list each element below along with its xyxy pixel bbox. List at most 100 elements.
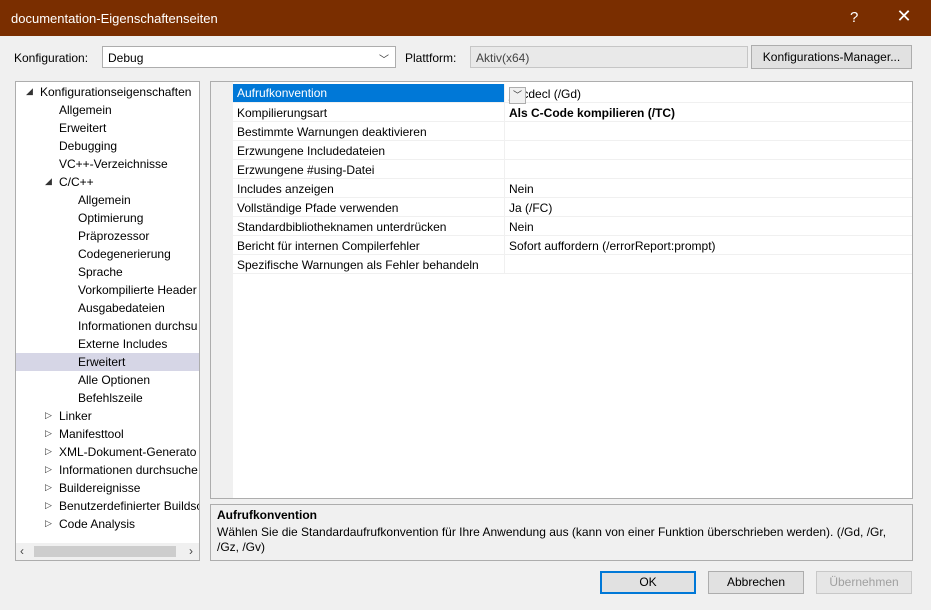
tree-item-label: Erweitert — [78, 355, 126, 369]
tree-item[interactable]: Allgemein — [16, 101, 199, 119]
tree-item[interactable]: Präprozessor — [16, 227, 199, 245]
ok-button[interactable]: OK — [600, 571, 696, 594]
property-value[interactable]: Nein — [504, 179, 912, 197]
tree-item[interactable]: Informationen durchsu — [16, 317, 199, 335]
help-button[interactable]: ? — [850, 9, 858, 26]
tree-item[interactable]: ▷ Linker — [16, 407, 199, 425]
tree-item[interactable]: Ausgabedateien — [16, 299, 199, 317]
property-row[interactable]: Vollständige Pfade verwenden Ja (/FC) — [233, 198, 912, 217]
tree-item[interactable]: Allgemein — [16, 191, 199, 209]
tree-item-label: Sprache — [78, 265, 123, 279]
tree-item-label: Befehlszeile — [78, 391, 143, 405]
expanded-triangle-icon[interactable]: ◢ — [26, 86, 33, 97]
tree-item-label: Manifesttool — [59, 427, 124, 441]
collapsed-triangle-icon[interactable]: ▷ — [45, 500, 52, 511]
grid-gutter — [211, 82, 233, 498]
category-tree[interactable]: ◢ Konfigurationseigenschaften Allgemein Erw… — [15, 81, 200, 561]
tree-item[interactable]: Externe Includes — [16, 335, 199, 353]
tree-item-label: VC++-Verzeichnisse — [59, 157, 168, 171]
property-row[interactable]: Erzwungene #using-Datei — [233, 160, 912, 179]
tree-item[interactable]: ▷ Informationen durchsuche — [16, 461, 199, 479]
description-title: Aufrufkonvention — [217, 508, 317, 522]
property-name: Includes anzeigen — [237, 182, 334, 196]
property-name: Kompilierungsart — [237, 106, 328, 120]
collapsed-triangle-icon[interactable]: ▷ — [45, 464, 52, 475]
property-name: Erzwungene #using-Datei — [237, 163, 375, 177]
expanded-triangle-icon[interactable]: ◢ — [45, 176, 52, 187]
window-title: documentation-Eigenschaftenseiten — [11, 11, 218, 26]
tree-item[interactable]: ▷ Code Analysis — [16, 515, 199, 533]
tree-item[interactable]: Sprache — [16, 263, 199, 281]
property-pages-dialog: documentation-Eigenschaftenseiten ? ✕ Ko… — [0, 0, 931, 610]
property-value[interactable] — [504, 160, 912, 178]
cancel-button[interactable]: Abbrechen — [708, 571, 804, 594]
tree-item[interactable]: ▷ Benutzerdefinierter Buildsc — [16, 497, 199, 515]
scroll-right-icon[interactable]: › — [189, 544, 193, 558]
property-value[interactable]: Nein — [504, 217, 912, 235]
property-name: Bericht für internen Compilerfehler — [237, 239, 420, 253]
configuration-value: Debug — [108, 51, 144, 65]
property-value-text: Ja (/FC) — [509, 201, 553, 215]
property-value[interactable]: Ja (/FC) — [504, 198, 912, 216]
property-row[interactable]: Aufrufkonvention __cdecl (/Gd) ﹀ — [233, 84, 912, 104]
property-value-text: Sofort auffordern (/errorReport:prompt) — [509, 239, 716, 253]
description-panel: Aufrufkonvention Wählen Sie die Standard… — [210, 504, 913, 561]
configuration-manager-button[interactable]: Konfigurations-Manager... — [751, 45, 912, 69]
property-value[interactable]: Sofort auffordern (/errorReport:prompt) — [504, 236, 912, 254]
collapsed-triangle-icon[interactable]: ▷ — [45, 428, 52, 439]
scrollbar-thumb[interactable] — [34, 546, 176, 557]
property-row[interactable]: Spezifische Warnungen als Fehler behande… — [233, 255, 912, 274]
property-value[interactable] — [504, 122, 912, 140]
property-value[interactable]: __cdecl (/Gd) ﹀ — [504, 84, 912, 104]
property-value[interactable]: Als C-Code kompilieren (/TC) — [504, 103, 912, 121]
configuration-combo[interactable]: Debug ﹀ — [102, 46, 396, 68]
tree-item[interactable]: ◢ Konfigurationseigenschaften — [16, 83, 199, 101]
collapsed-triangle-icon[interactable]: ▷ — [45, 482, 52, 493]
property-name: Standardbibliotheknamen unterdrücken — [237, 220, 447, 234]
tree-item[interactable]: Debugging — [16, 137, 199, 155]
tree-item[interactable]: Alle Optionen — [16, 371, 199, 389]
tree-item[interactable]: Vorkompilierte Header — [16, 281, 199, 299]
tree-item-label: Allgemein — [59, 103, 112, 117]
property-name: Bestimmte Warnungen deaktivieren — [237, 125, 427, 139]
tree-item[interactable]: ◢ C/C++ — [16, 173, 199, 191]
tree-item[interactable]: VC++-Verzeichnisse — [16, 155, 199, 173]
tree-item[interactable]: ▷ Manifesttool — [16, 425, 199, 443]
property-row[interactable]: Standardbibliotheknamen unterdrücken Nein — [233, 217, 912, 236]
tree-item[interactable]: Befehlszeile — [16, 389, 199, 407]
apply-button[interactable]: Übernehmen — [816, 571, 912, 594]
property-row[interactable]: Bericht für internen Compilerfehler Sofor… — [233, 236, 912, 255]
tree-item[interactable]: Optimierung — [16, 209, 199, 227]
tree-item-label: Konfigurationseigenschaften — [40, 85, 192, 99]
chevron-down-icon[interactable]: ﹀ — [509, 87, 526, 104]
tree-item-label: Vorkompilierte Header — [78, 283, 197, 297]
platform-value: Aktiv(x64) — [476, 51, 530, 65]
tree-item[interactable]: ▷ XML-Dokument-Generato — [16, 443, 199, 461]
close-button[interactable]: ✕ — [892, 6, 916, 27]
tree-item-label: C/C++ — [59, 175, 94, 189]
tree-item-label: Externe Includes — [78, 337, 168, 351]
tree-item[interactable]: Erweitert — [16, 119, 199, 137]
tree-item-label: Codegenerierung — [78, 247, 171, 261]
property-grid[interactable]: Aufrufkonvention __cdecl (/Gd) ﹀ Kompilieru… — [210, 81, 913, 499]
property-row[interactable]: Bestimmte Warnungen deaktivieren — [233, 122, 912, 141]
property-row[interactable]: Includes anzeigen Nein — [233, 179, 912, 198]
property-row[interactable]: Kompilierungsart Als C-Code kompilieren (… — [233, 103, 912, 122]
tree-horizontal-scrollbar[interactable]: ‹ › — [16, 543, 199, 560]
collapsed-triangle-icon[interactable]: ▷ — [45, 446, 52, 457]
property-row[interactable]: Erzwungene Includedateien — [233, 141, 912, 160]
scroll-left-icon[interactable]: ‹ — [20, 544, 24, 558]
collapsed-triangle-icon[interactable]: ▷ — [45, 410, 52, 421]
collapsed-triangle-icon[interactable]: ▷ — [45, 518, 52, 529]
chevron-down-icon: ﹀ — [379, 55, 389, 66]
title-bar[interactable]: documentation-Eigenschaftenseiten ? ✕ — [0, 0, 931, 36]
tree-item-label: Informationen durchsuche — [59, 463, 198, 477]
tree-item-label: Allgemein — [78, 193, 131, 207]
property-value[interactable] — [504, 141, 912, 159]
property-name: Spezifische Warnungen als Fehler behande… — [237, 258, 479, 272]
property-value[interactable] — [504, 255, 912, 273]
tree-item[interactable]: Codegenerierung — [16, 245, 199, 263]
tree-item[interactable]: ▷ Buildereignisse — [16, 479, 199, 497]
configuration-label: Konfiguration: — [14, 51, 89, 65]
tree-item[interactable]: Erweitert — [16, 353, 199, 371]
